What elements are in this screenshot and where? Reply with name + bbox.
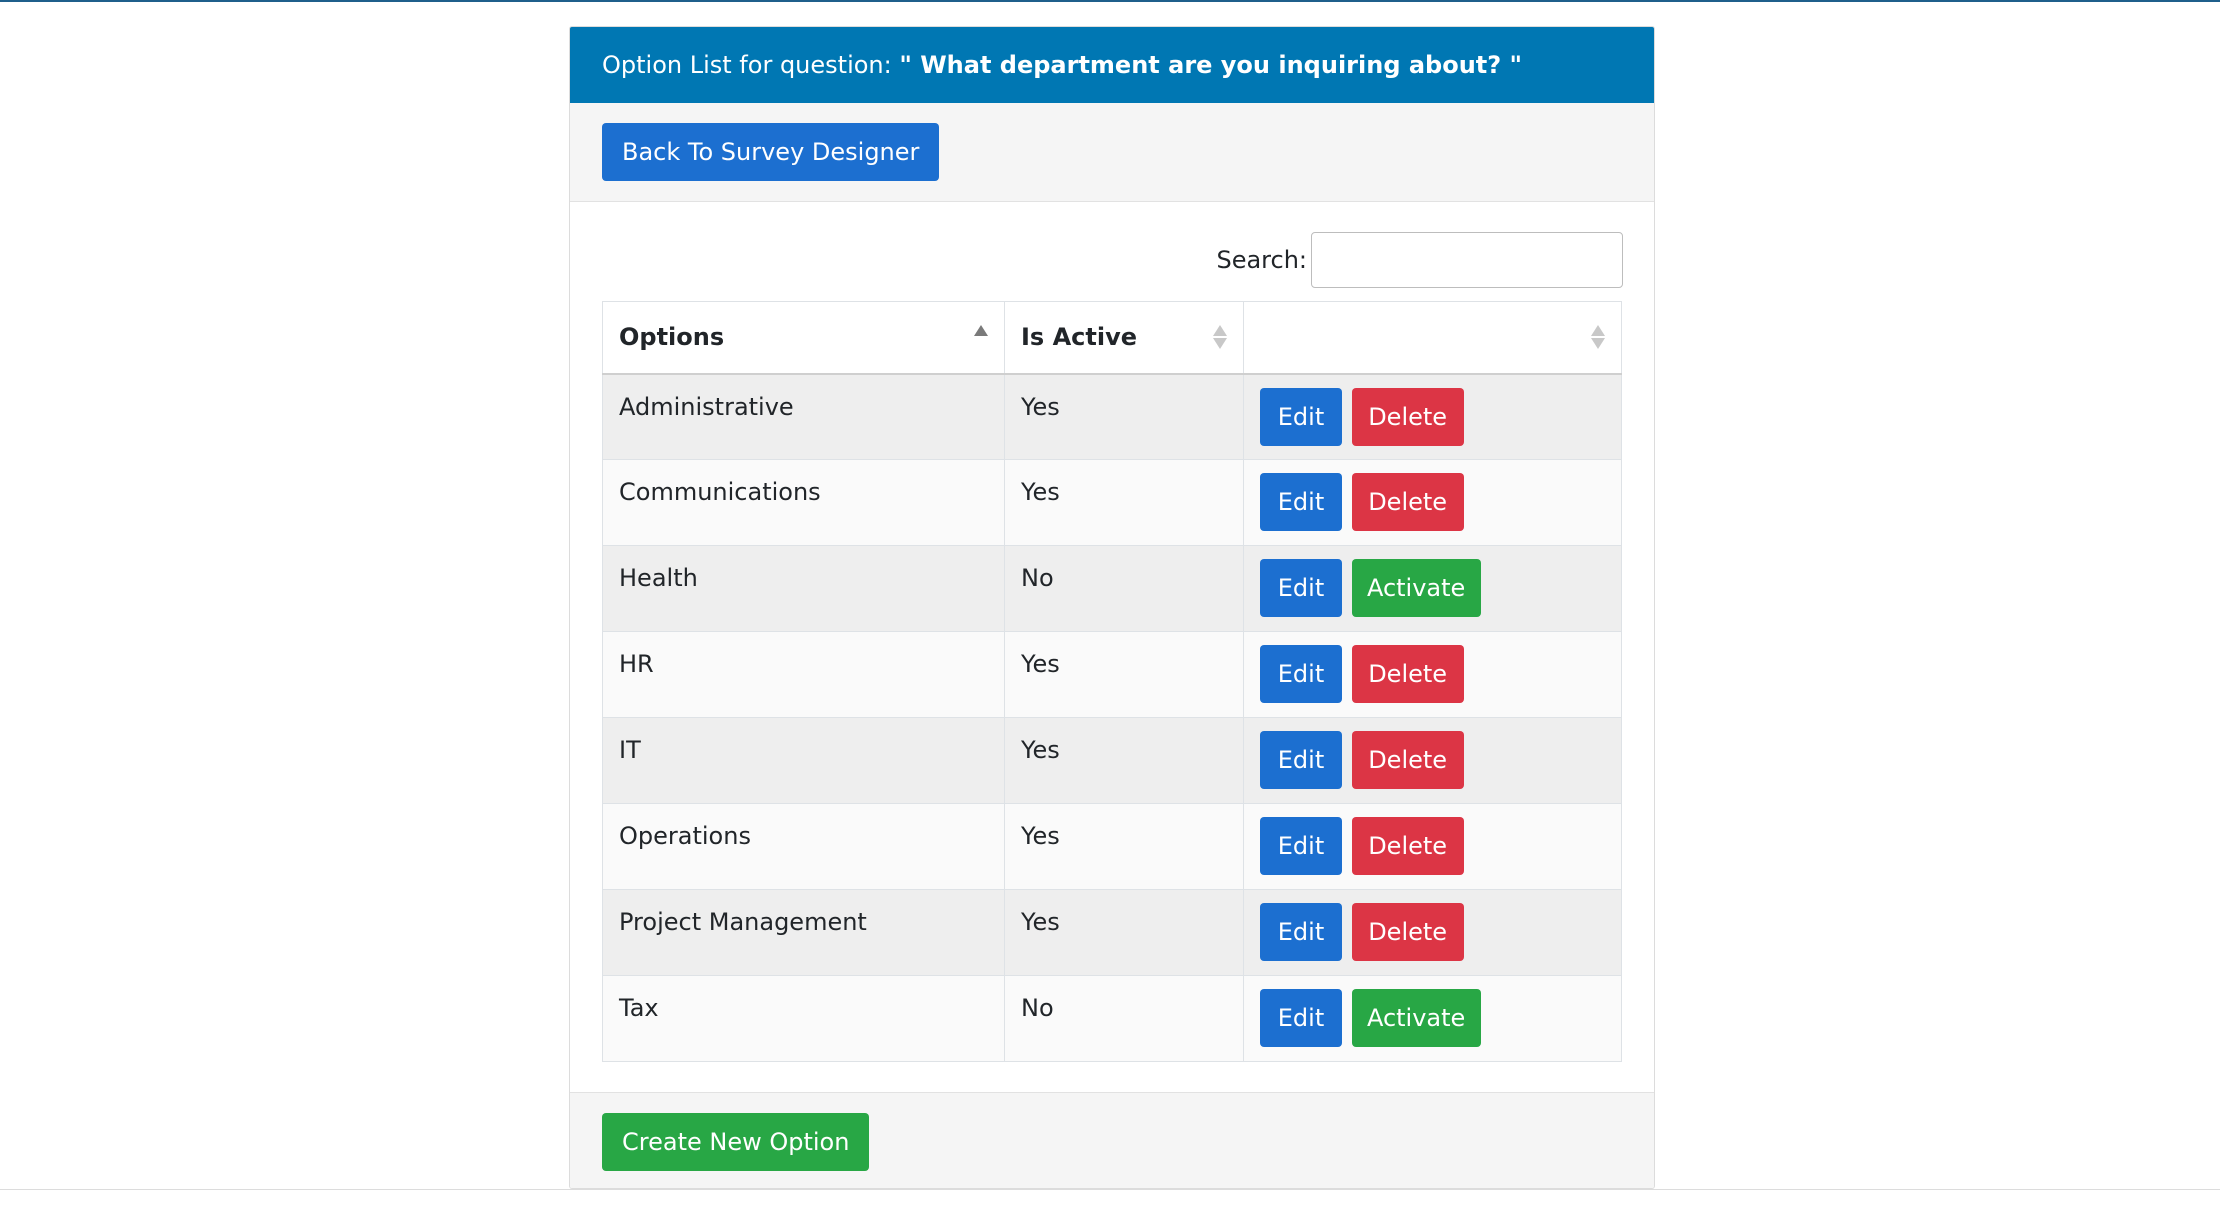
is-active-cell: Yes xyxy=(1004,717,1244,804)
table-row: IT Yes Edit Delete xyxy=(602,717,1622,804)
panel-footer: Create New Option xyxy=(570,1092,1654,1188)
options-table: Options Is Active Administrative Yes Edi… xyxy=(602,301,1622,1062)
is-active-cell: Yes xyxy=(1004,459,1244,546)
search-input[interactable] xyxy=(1311,232,1623,288)
column-header-label: Is Active xyxy=(1021,323,1137,352)
actions-cell: Edit Delete xyxy=(1243,373,1622,460)
sort-arrows-icon xyxy=(1213,325,1227,350)
is-active-cell: No xyxy=(1004,975,1244,1062)
actions-cell: Edit Activate xyxy=(1243,975,1622,1062)
edit-button[interactable]: Edit xyxy=(1260,387,1342,446)
actions-cell: Edit Delete xyxy=(1243,803,1622,890)
table-row: HR Yes Edit Delete xyxy=(602,631,1622,718)
is-active-cell: Yes xyxy=(1004,889,1244,976)
table-row: Tax No Edit Activate xyxy=(602,975,1622,1062)
sort-arrows-icon xyxy=(974,325,988,349)
is-active-cell: Yes xyxy=(1004,631,1244,718)
question-text: " What department are you inquiring abou… xyxy=(899,51,1523,79)
is-active-cell: Yes xyxy=(1004,803,1244,890)
delete-button[interactable]: Delete xyxy=(1351,903,1464,961)
edit-button[interactable]: Edit xyxy=(1260,817,1342,875)
option-cell: HR xyxy=(602,631,1005,718)
table-row: Health No Edit Activate xyxy=(602,545,1622,632)
option-cell: Communications xyxy=(602,459,1005,546)
panel-toolbar: Back To Survey Designer xyxy=(570,103,1654,202)
edit-button[interactable]: Edit xyxy=(1260,559,1342,617)
actions-cell: Edit Delete xyxy=(1243,717,1622,804)
edit-button[interactable]: Edit xyxy=(1260,989,1342,1047)
search-label: Search: xyxy=(1216,246,1307,274)
table-row: Operations Yes Edit Delete xyxy=(602,803,1622,890)
edit-button[interactable]: Edit xyxy=(1260,473,1342,531)
delete-button[interactable]: Delete xyxy=(1351,387,1464,446)
option-cell: Administrative xyxy=(602,373,1005,460)
back-to-survey-designer-button[interactable]: Back To Survey Designer xyxy=(602,123,940,181)
table-row: Project Management Yes Edit Delete xyxy=(602,889,1622,976)
option-list-panel: Option List for question: " What departm… xyxy=(569,26,1655,1189)
delete-button[interactable]: Delete xyxy=(1351,645,1464,703)
is-active-cell: No xyxy=(1004,545,1244,632)
delete-button[interactable]: Delete xyxy=(1351,473,1464,531)
option-cell: IT xyxy=(602,717,1005,804)
activate-button[interactable]: Activate xyxy=(1351,989,1481,1047)
search-container: Search: xyxy=(1216,232,1623,288)
table-header-row: Options Is Active xyxy=(602,301,1622,375)
edit-button[interactable]: Edit xyxy=(1260,645,1342,703)
delete-button[interactable]: Delete xyxy=(1351,817,1464,875)
table-row: Communications Yes Edit Delete xyxy=(602,459,1622,546)
edit-button[interactable]: Edit xyxy=(1260,731,1342,789)
option-cell: Operations xyxy=(602,803,1005,890)
actions-cell: Edit Activate xyxy=(1243,545,1622,632)
actions-cell: Edit Delete xyxy=(1243,631,1622,718)
create-new-option-button[interactable]: Create New Option xyxy=(602,1113,870,1171)
sort-arrows-icon xyxy=(1591,325,1605,350)
panel-heading: Option List for question: " What departm… xyxy=(570,27,1654,103)
column-header-actions[interactable] xyxy=(1243,301,1622,375)
is-active-cell: Yes xyxy=(1004,373,1244,460)
option-cell: Project Management xyxy=(602,889,1005,976)
column-header-is-active[interactable]: Is Active xyxy=(1004,301,1244,375)
column-header-options[interactable]: Options xyxy=(602,301,1005,375)
actions-cell: Edit Delete xyxy=(1243,459,1622,546)
column-header-label: Options xyxy=(619,323,725,352)
edit-button[interactable]: Edit xyxy=(1260,903,1342,961)
activate-button[interactable]: Activate xyxy=(1351,559,1481,617)
table-row: Administrative Yes Edit Delete xyxy=(602,373,1622,460)
bottom-divider xyxy=(0,1189,2220,1190)
option-cell: Tax xyxy=(602,975,1005,1062)
heading-prefix: Option List for question: xyxy=(602,51,900,79)
panel-body: Search: Options Is Active Administrative… xyxy=(570,202,1654,1092)
actions-cell: Edit Delete xyxy=(1243,889,1622,976)
top-divider xyxy=(0,0,2220,2)
option-cell: Health xyxy=(602,545,1005,632)
delete-button[interactable]: Delete xyxy=(1351,731,1464,789)
